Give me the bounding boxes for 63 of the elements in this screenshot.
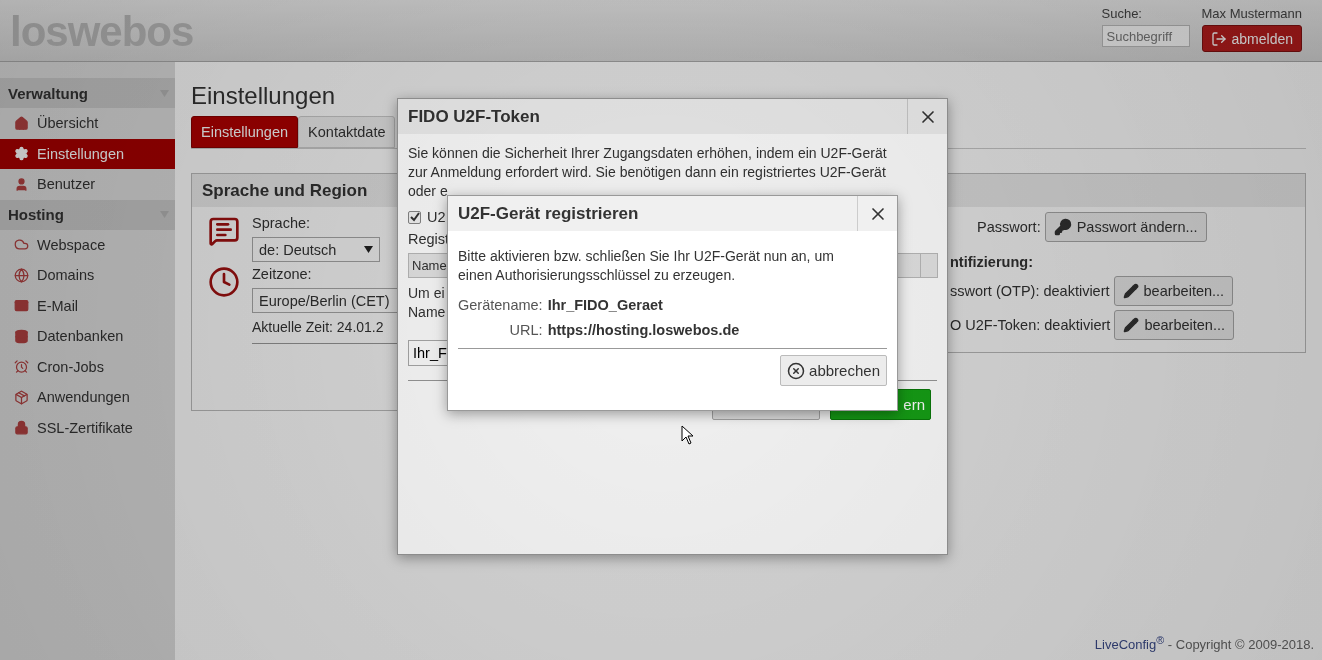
- sidebar-item[interactable]: E-Mail: [0, 290, 175, 321]
- sidebar-section-header[interactable]: Hosting: [0, 199, 175, 230]
- user-icon: [14, 176, 29, 192]
- auth-status: O U2F-Token: deaktiviert: [950, 317, 1111, 333]
- auth-status: sswort (OTP): deaktiviert: [950, 283, 1110, 299]
- speech-bubble-icon: [208, 215, 240, 247]
- key-icon: [1053, 218, 1072, 236]
- language-label: Sprache:: [252, 215, 311, 231]
- field-value: Ihr_FIDO_Geraet: [547, 297, 664, 313]
- change-password-button[interactable]: Passwort ändern...: [1044, 212, 1207, 242]
- sidebar-item[interactable]: Benutzer: [0, 169, 175, 200]
- intro-text: Sie können die Sicherheit Ihrer Zugangsdaten erhöhen, indem ein U2F-Gerät zur Anmeldung erfordert wird. Sie benötigen dann ein registriertes U2F-Gerät oder e: [408, 144, 887, 201]
- liveconfig-link[interactable]: LiveConfig$^{®}$: [1094, 637, 1165, 652]
- section-title: Hosting: [8, 206, 64, 223]
- search-field[interactable]: Suchbegriff: [1101, 25, 1190, 47]
- cloud-icon: [14, 237, 29, 253]
- search-label: Suche:: [1101, 6, 1142, 21]
- sidebar-section-header[interactable]: Verwaltung: [0, 78, 175, 108]
- globe-icon: [14, 267, 29, 283]
- logout-icon: [1210, 30, 1227, 47]
- home-icon: [14, 115, 29, 131]
- abort-button[interactable]: abbrechen: [780, 355, 887, 386]
- sidebar-item[interactable]: Datenbanken: [0, 321, 175, 352]
- field-value: https://hosting.loswebos.de: [547, 322, 740, 338]
- sidebar-item[interactable]: Übersicht: [0, 108, 175, 139]
- tab[interactable]: Einstellungen: [191, 116, 299, 148]
- copyright-text: LiveConfig$^{®}$ - Copyright © 2009-2018.: [1094, 633, 1314, 652]
- card-title: Sprache und Region: [202, 180, 368, 201]
- envelope-icon: [14, 298, 29, 314]
- sidebar-item[interactable]: Webspace: [0, 229, 175, 260]
- dialog-title: U2F-Gerät registrieren: [457, 203, 639, 224]
- clock-icon: [208, 266, 240, 298]
- gear-icon: [14, 146, 29, 162]
- pencil-icon: [1123, 317, 1140, 333]
- field-label: URL:: [508, 322, 543, 338]
- section-heading: ntifizierung:: [950, 254, 1033, 270]
- database-icon: [14, 328, 29, 344]
- circle-x-icon: [787, 361, 806, 380]
- edit-button[interactable]: bearbeiten...: [1114, 310, 1234, 340]
- sidebar-item[interactable]: Cron-Jobs: [0, 351, 175, 382]
- edit-button[interactable]: bearbeiten...: [1113, 276, 1234, 306]
- checkbox[interactable]: [408, 210, 421, 224]
- sidebar-item[interactable]: Anwendungen: [0, 382, 175, 413]
- section-title: Verwaltung: [8, 84, 89, 102]
- checkbox-label: U2: [427, 209, 446, 225]
- timezone-label: Zeitzone:: [252, 266, 312, 282]
- lock-icon: [14, 420, 29, 436]
- language-select[interactable]: de: Deutsch: [252, 237, 380, 262]
- logout-button[interactable]: abmelden: [1201, 25, 1302, 52]
- dropdown-caret-icon: [364, 246, 373, 253]
- dialog-title: FIDO U2F-Token: [407, 106, 540, 127]
- sidebar-item[interactable]: SSL-Zertifikate: [0, 412, 175, 443]
- sidebar-item[interactable]: Domains: [0, 260, 175, 291]
- pencil-icon: [1122, 283, 1139, 299]
- tab[interactable]: Kontaktdate: [298, 116, 396, 148]
- alarm-clock-icon: [14, 359, 29, 375]
- mouse-pointer-icon: [681, 425, 695, 445]
- register-label: Regist: [408, 231, 450, 247]
- sidebar-item[interactable]: Einstellungen: [0, 138, 175, 169]
- page-title: Einstellungen: [191, 82, 337, 110]
- password-label: Passwort:: [977, 219, 1041, 235]
- user-name: Max Mustermann: [1201, 6, 1302, 21]
- cube-icon: [14, 389, 29, 405]
